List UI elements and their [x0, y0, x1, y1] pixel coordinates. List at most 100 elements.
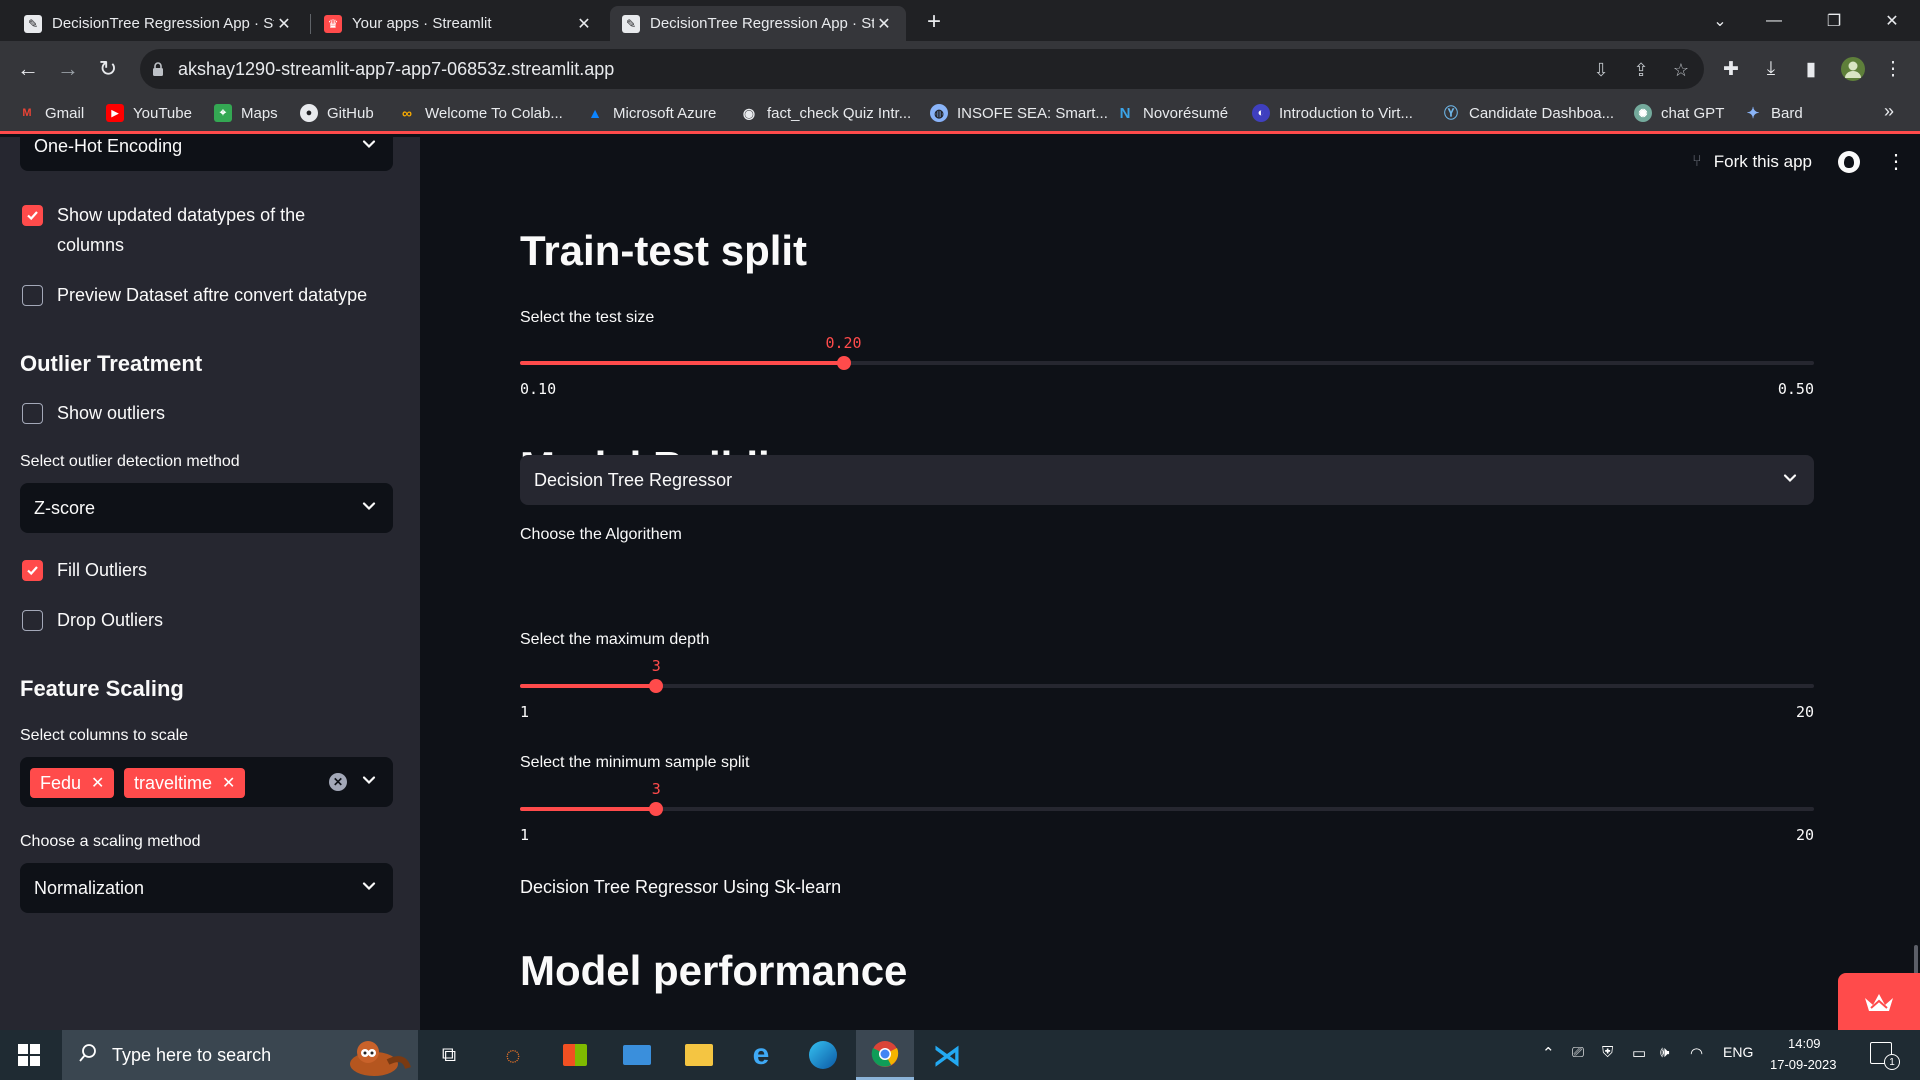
- side-panel-icon[interactable]: ▮: [1797, 55, 1825, 83]
- browser-tab-2[interactable]: ♛ Your apps · Streamlit ✕: [312, 6, 606, 41]
- edge-icon[interactable]: [794, 1030, 852, 1080]
- slider-thumb[interactable]: [836, 356, 851, 370]
- bookmark-gmail[interactable]: M Gmail: [18, 104, 84, 122]
- task-view-icon[interactable]: ⧉: [420, 1030, 478, 1080]
- restore-icon[interactable]: ❐: [1806, 0, 1862, 41]
- scaling-method-value: Normalization: [34, 877, 145, 898]
- browser-tab-3-active[interactable]: ✎ DecisionTree Regression App · St ✕: [610, 6, 906, 41]
- algorithm-select[interactable]: Decision Tree Regressor: [520, 455, 1814, 505]
- encoding-select[interactable]: One-Hot Encoding: [20, 137, 393, 171]
- slider-thumb[interactable]: [649, 679, 664, 693]
- mail-icon[interactable]: [608, 1030, 666, 1080]
- github-icon[interactable]: [1838, 150, 1860, 173]
- checkbox-empty-icon: [22, 403, 43, 424]
- taskbar-search-box[interactable]: Type here to search: [62, 1030, 418, 1080]
- scaling-method-select[interactable]: Normalization: [20, 863, 393, 913]
- tag-fedu[interactable]: Fedu ✕: [30, 768, 115, 798]
- drop-outliers-checkbox[interactable]: Drop Outliers: [22, 605, 163, 635]
- downloads-icon[interactable]: ⤓: [1757, 55, 1785, 83]
- bookmark-chatgpt[interactable]: ✺ chat GPT: [1634, 104, 1724, 122]
- slider-min: 0.10: [520, 380, 557, 398]
- streamlit-crown-icon: [1865, 993, 1893, 1011]
- fill-outliers-checkbox[interactable]: Fill Outliers: [22, 555, 147, 585]
- bookmark-insofe[interactable]: ◍ INSOFE SEA: Smart...: [930, 104, 1108, 122]
- profile-avatar[interactable]: [1839, 55, 1867, 83]
- clear-all-icon[interactable]: ✕: [329, 773, 347, 791]
- battery-icon[interactable]: ▭: [1632, 1044, 1646, 1062]
- browser-tab-bar: ✎ DecisionTree Regression App · St ✕ ♛ Y…: [0, 0, 1920, 41]
- back-icon[interactable]: ←: [10, 51, 46, 87]
- meet-now-icon[interactable]: ⎚: [1572, 1044, 1584, 1061]
- close-tab-icon[interactable]: ✕: [274, 14, 294, 34]
- vscode-icon[interactable]: ⋊: [918, 1030, 976, 1080]
- internet-explorer-icon[interactable]: e: [732, 1030, 790, 1080]
- clock-date[interactable]: 17-09-2023: [1770, 1057, 1837, 1072]
- tab-search-icon[interactable]: ⌄: [1692, 0, 1748, 41]
- forward-icon[interactable]: →: [50, 51, 86, 87]
- checkbox-label: Show updated datatypes of the: [57, 205, 306, 225]
- min-sample-split-label: Select the minimum sample split: [520, 754, 750, 771]
- close-tab-icon[interactable]: ✕: [874, 14, 894, 34]
- wifi-icon[interactable]: ◠: [1690, 1044, 1703, 1062]
- bookmark-bard[interactable]: ✦ Bard: [1744, 104, 1803, 123]
- chrome-menu-icon[interactable]: ⋮: [1879, 55, 1907, 83]
- max-depth-label: Select the maximum depth: [520, 631, 710, 648]
- bookmark-virt[interactable]: ◐ Introduction to Virt...: [1252, 104, 1413, 122]
- bookmark-youtube[interactable]: ▶ YouTube: [106, 104, 192, 122]
- algorithm-label: Choose the Algorithem: [520, 526, 682, 543]
- fork-app-button[interactable]: Fork this app: [1714, 152, 1812, 172]
- bookmark-maps[interactable]: ⌖ Maps: [214, 104, 278, 122]
- bookmark-label: GitHub: [327, 104, 374, 122]
- new-tab-button[interactable]: +: [918, 6, 950, 38]
- jupyter-app-icon[interactable]: ◌: [484, 1030, 542, 1080]
- minimize-icon[interactable]: —: [1746, 0, 1802, 41]
- scale-columns-multiselect[interactable]: Fedu ✕ traveltime ✕ ✕: [20, 757, 393, 807]
- bookmark-label: INSOFE SEA: Smart...: [957, 104, 1108, 122]
- bookmark-quiz[interactable]: ◉ fact_check Quiz Intr...: [740, 104, 911, 122]
- close-window-icon[interactable]: ✕: [1864, 0, 1920, 41]
- min-sample-split-slider[interactable]: 3 1 20: [520, 780, 1814, 844]
- test-size-slider[interactable]: 0.20 0.10 0.50: [520, 334, 1814, 398]
- slider-thumb[interactable]: [649, 802, 664, 816]
- volume-icon[interactable]: 🕪: [1660, 1044, 1669, 1061]
- remove-tag-icon[interactable]: ✕: [222, 773, 235, 793]
- browser-tab-1[interactable]: ✎ DecisionTree Regression App · St ✕: [12, 6, 306, 41]
- tag-label: Fedu: [40, 772, 82, 793]
- bookmark-novoresume[interactable]: N Novorésumé: [1116, 104, 1228, 122]
- max-depth-slider[interactable]: 3 1 20: [520, 657, 1814, 721]
- main-menu-icon[interactable]: ⋮: [1886, 149, 1906, 174]
- extensions-icon[interactable]: ✚: [1717, 55, 1745, 83]
- language-indicator[interactable]: ENG: [1723, 1044, 1753, 1060]
- microsoft-store-icon[interactable]: [546, 1030, 604, 1080]
- security-icon[interactable]: ⛨: [1602, 1044, 1613, 1061]
- bookmark-azure[interactable]: ▲ Microsoft Azure: [586, 104, 716, 122]
- install-app-icon[interactable]: ⇩: [1590, 59, 1612, 81]
- checkbox-label: Drop Outliers: [57, 610, 164, 630]
- lock-icon: [150, 61, 166, 77]
- remove-tag-icon[interactable]: ✕: [91, 773, 104, 793]
- share-icon[interactable]: ⇪: [1630, 59, 1652, 81]
- manage-app-button[interactable]: [1838, 973, 1920, 1030]
- more-bookmarks-icon[interactable]: »: [1884, 101, 1894, 122]
- bookmark-colab[interactable]: ∞ Welcome To Colab...: [398, 104, 563, 122]
- show-outliers-checkbox[interactable]: Show outliers: [22, 398, 165, 428]
- bookmark-star-icon[interactable]: ☆: [1670, 59, 1692, 81]
- checkbox-label: Preview Dataset aftre convert datatype: [57, 285, 368, 305]
- windows-start-icon[interactable]: [18, 1044, 40, 1071]
- tag-label: traveltime: [134, 772, 213, 793]
- clock-time[interactable]: 14:09: [1788, 1036, 1821, 1051]
- bookmark-github[interactable]: ● GitHub: [300, 104, 374, 122]
- reload-icon[interactable]: ↻: [90, 51, 126, 87]
- tray-overflow-icon[interactable]: ⌃: [1542, 1044, 1555, 1062]
- chrome-icon[interactable]: [856, 1030, 914, 1080]
- preview-dataset-checkbox[interactable]: Preview Dataset aftre convert datatype: [22, 280, 367, 310]
- slider-max: 20: [1795, 703, 1814, 721]
- bookmark-candidate[interactable]: Ⓨ Candidate Dashboa...: [1442, 104, 1614, 122]
- file-explorer-icon[interactable]: [670, 1030, 728, 1080]
- address-bar[interactable]: akshay1290-streamlit-app7-app7-06853z.st…: [140, 49, 1704, 89]
- tag-traveltime[interactable]: traveltime ✕: [124, 768, 246, 798]
- close-tab-icon[interactable]: ✕: [574, 14, 594, 34]
- test-size-label: Select the test size: [520, 309, 655, 326]
- show-updated-dtypes-checkbox[interactable]: Show updated datatypes of the columns: [22, 200, 357, 260]
- outlier-method-select[interactable]: Z-score: [20, 483, 393, 533]
